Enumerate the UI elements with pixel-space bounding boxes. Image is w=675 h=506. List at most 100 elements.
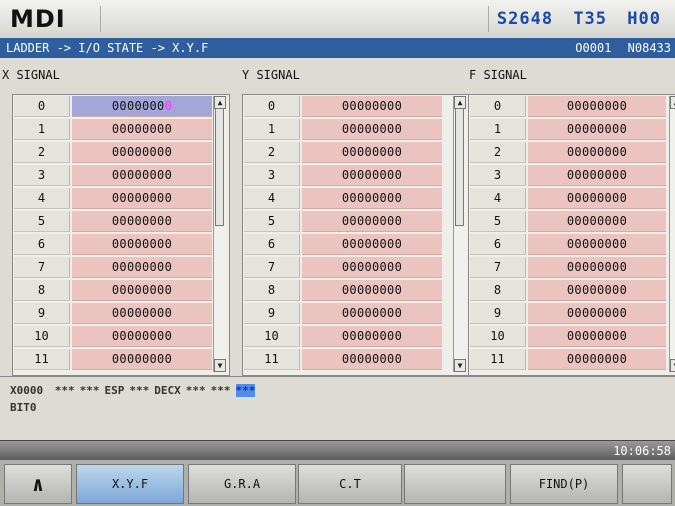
scroll-thumb[interactable] bbox=[455, 108, 464, 226]
row-index: 5 bbox=[14, 211, 70, 232]
softkey-g-r-a[interactable]: G.R.A bbox=[188, 464, 296, 504]
signal-value[interactable]: 00000000 bbox=[528, 303, 666, 324]
signal-value[interactable]: 00000000 bbox=[528, 119, 666, 140]
table-row[interactable]: 11 00000000 bbox=[14, 349, 212, 370]
row-index: 4 bbox=[244, 188, 300, 209]
softkey-c-t[interactable]: C.T bbox=[298, 464, 402, 504]
softkey-empty[interactable] bbox=[404, 464, 506, 504]
row-index: 11 bbox=[14, 349, 70, 370]
table-row[interactable]: 0 00000000 bbox=[470, 96, 666, 117]
value-text: 00000000 bbox=[566, 352, 628, 366]
time-bar: 10:06:58 bbox=[0, 440, 675, 461]
signal-value[interactable]: 00000000 bbox=[302, 188, 442, 209]
table-row[interactable]: 5 00000000 bbox=[244, 211, 442, 232]
signal-value[interactable]: 00000000 bbox=[72, 257, 212, 278]
row-index: 9 bbox=[470, 303, 526, 324]
signal-value[interactable]: 00000000 bbox=[528, 326, 666, 347]
signal-value[interactable]: 00000000 bbox=[302, 280, 442, 301]
signal-value[interactable]: 00000000 bbox=[302, 349, 442, 370]
scroll-up-icon[interactable]: ▲ bbox=[670, 96, 675, 109]
table-row[interactable]: 9 00000000 bbox=[14, 303, 212, 324]
signal-value[interactable]: 00000000 bbox=[72, 280, 212, 301]
clock: 10:06:58 bbox=[613, 444, 671, 458]
value-text: 00000000 bbox=[341, 329, 403, 343]
table-row[interactable]: 4 00000000 bbox=[14, 188, 212, 209]
table-row[interactable]: 9 00000000 bbox=[244, 303, 442, 324]
scroll-down-icon[interactable]: ▼ bbox=[670, 359, 675, 372]
table-row[interactable]: 0 00000000 bbox=[14, 96, 212, 117]
signal-value[interactable]: 00000000 bbox=[72, 188, 212, 209]
signal-value[interactable]: 00000000 bbox=[72, 349, 212, 370]
value-text: 00000000 bbox=[111, 122, 173, 136]
signal-value[interactable]: 00000000 bbox=[302, 326, 442, 347]
signal-value[interactable]: 00000000 bbox=[72, 234, 212, 255]
signal-value[interactable]: 00000000 bbox=[302, 303, 442, 324]
signal-value[interactable]: 00000000 bbox=[302, 165, 442, 186]
signal-value[interactable]: 00000000 bbox=[528, 96, 666, 117]
table-row[interactable]: 2 00000000 bbox=[14, 142, 212, 163]
table-row[interactable]: 8 00000000 bbox=[470, 280, 666, 301]
table-row[interactable]: 8 00000000 bbox=[14, 280, 212, 301]
softkey-back[interactable]: ∧ bbox=[4, 464, 72, 504]
table-row[interactable]: 3 00000000 bbox=[244, 165, 442, 186]
table-row[interactable]: 2 00000000 bbox=[244, 142, 442, 163]
table-row[interactable]: 1 00000000 bbox=[14, 119, 212, 140]
row-index: 2 bbox=[14, 142, 70, 163]
table-row[interactable]: 5 00000000 bbox=[14, 211, 212, 232]
table-row[interactable]: 7 00000000 bbox=[14, 257, 212, 278]
scroll-down-icon[interactable]: ▼ bbox=[214, 359, 226, 372]
signal-value[interactable]: 00000000 bbox=[302, 96, 442, 117]
signal-value[interactable]: 00000000 bbox=[528, 234, 666, 255]
table-row[interactable]: 11 00000000 bbox=[244, 349, 442, 370]
softkey-empty[interactable] bbox=[622, 464, 672, 504]
signal-value[interactable]: 00000000 bbox=[528, 211, 666, 232]
scroll-down-icon[interactable]: ▼ bbox=[454, 359, 466, 372]
signal-value[interactable]: 00000000 bbox=[72, 211, 212, 232]
table-row[interactable]: 3 00000000 bbox=[14, 165, 212, 186]
table-row[interactable]: 1 00000000 bbox=[244, 119, 442, 140]
signal-value[interactable]: 00000000 bbox=[302, 211, 442, 232]
table-row[interactable]: 10 00000000 bbox=[14, 326, 212, 347]
signal-value[interactable]: 00000000 bbox=[302, 142, 442, 163]
signal-value[interactable]: 00000000 bbox=[528, 142, 666, 163]
signal-value[interactable]: 00000000 bbox=[72, 119, 212, 140]
table-row[interactable]: 0 00000000 bbox=[244, 96, 442, 117]
table-row[interactable]: 9 00000000 bbox=[470, 303, 666, 324]
signal-value[interactable]: 00000000 bbox=[302, 234, 442, 255]
table-row[interactable]: 6 00000000 bbox=[470, 234, 666, 255]
softkey-find-p[interactable]: FIND(P) bbox=[510, 464, 618, 504]
signal-value[interactable]: 00000000 bbox=[528, 349, 666, 370]
table-row[interactable]: 8 00000000 bbox=[244, 280, 442, 301]
scrollbar[interactable]: ▲▼ bbox=[213, 96, 226, 372]
signal-value[interactable]: 00000000 bbox=[72, 165, 212, 186]
signal-value[interactable]: 00000000 bbox=[72, 303, 212, 324]
table-row[interactable]: 4 00000000 bbox=[244, 188, 442, 209]
table-row[interactable]: 5 00000000 bbox=[470, 211, 666, 232]
signal-value[interactable]: 00000000 bbox=[528, 280, 666, 301]
scroll-thumb[interactable] bbox=[215, 108, 224, 226]
table-row[interactable]: 4 00000000 bbox=[470, 188, 666, 209]
table-row[interactable]: 1 00000000 bbox=[470, 119, 666, 140]
signal-value[interactable]: 00000000 bbox=[72, 326, 212, 347]
table-row[interactable]: 11 00000000 bbox=[470, 349, 666, 370]
table-row[interactable]: 10 00000000 bbox=[244, 326, 442, 347]
signal-value-selected[interactable]: 00000000 bbox=[72, 96, 212, 117]
table-row[interactable]: 6 00000000 bbox=[14, 234, 212, 255]
table-row[interactable]: 3 00000000 bbox=[470, 165, 666, 186]
signal-value[interactable]: 00000000 bbox=[72, 142, 212, 163]
signal-value[interactable]: 00000000 bbox=[528, 257, 666, 278]
table-row[interactable]: 7 00000000 bbox=[244, 257, 442, 278]
scrollbar[interactable]: ▲▼ bbox=[669, 96, 675, 372]
f-signal-table: 0 00000000 1 00000000 2 00000000 3 00000000 4 000… bbox=[468, 94, 675, 376]
signal-value[interactable]: 00000000 bbox=[302, 119, 442, 140]
signal-value[interactable]: 00000000 bbox=[528, 188, 666, 209]
signal-value[interactable]: 00000000 bbox=[302, 257, 442, 278]
bit-label: *** bbox=[54, 384, 75, 397]
table-row[interactable]: 7 00000000 bbox=[470, 257, 666, 278]
table-row[interactable]: 2 00000000 bbox=[470, 142, 666, 163]
scrollbar[interactable]: ▲▼ bbox=[453, 96, 466, 372]
signal-value[interactable]: 00000000 bbox=[528, 165, 666, 186]
softkey-x-y-f[interactable]: X.Y.F bbox=[76, 464, 184, 504]
table-row[interactable]: 6 00000000 bbox=[244, 234, 442, 255]
table-row[interactable]: 10 00000000 bbox=[470, 326, 666, 347]
